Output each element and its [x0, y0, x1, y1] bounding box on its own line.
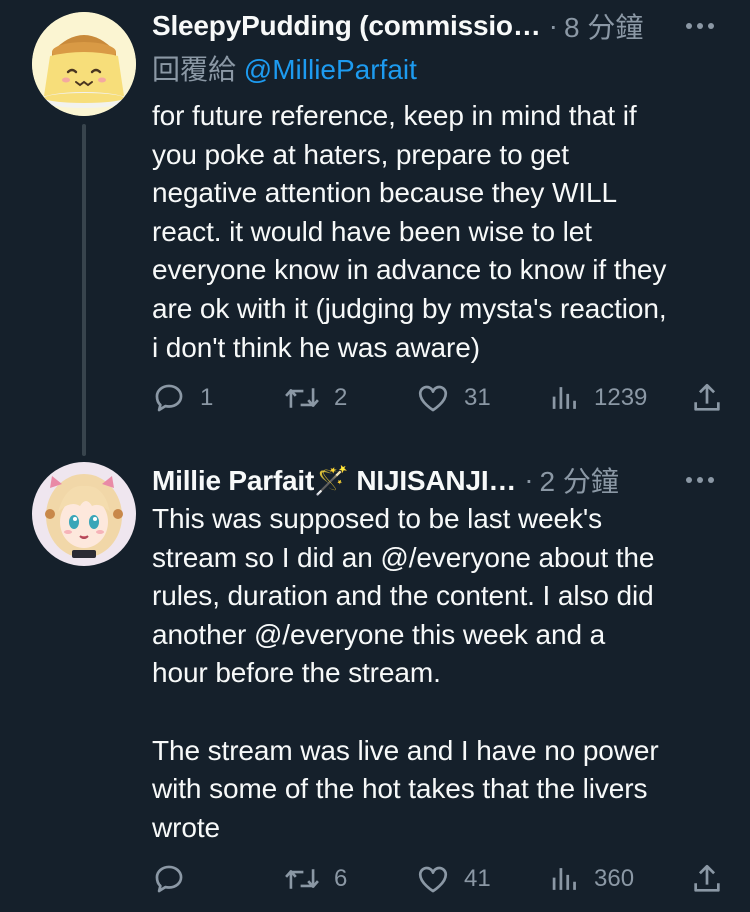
share-upload-icon: [694, 864, 720, 892]
bar-chart-icon: [552, 387, 576, 409]
pudding-avatar-image: [32, 12, 136, 116]
timestamp[interactable]: 8 分鐘: [564, 6, 643, 46]
tweet-text: for future reference, keep in mind that …: [152, 100, 667, 363]
tweet-actions: 6 41 360: [152, 859, 732, 899]
separator-dot: ·: [548, 10, 558, 41]
like-button[interactable]: 41: [416, 859, 491, 899]
reply-count: 1: [200, 384, 214, 411]
tweet-header: Millie Parfait🪄 NIJISANJI… · 2 分鐘: [152, 460, 732, 500]
reply-handle-link[interactable]: @MillieParfait: [244, 54, 417, 85]
like-button[interactable]: 31: [416, 378, 491, 418]
share-button[interactable]: [690, 859, 724, 899]
author-name[interactable]: Millie Parfait🪄 NIJISANJI…: [152, 464, 516, 497]
reply-context: 回覆給 @MillieParfait: [152, 48, 417, 88]
anime-girl-avatar-image: [32, 462, 136, 566]
retweet-arrows-icon: [285, 869, 319, 889]
more-dots-icon[interactable]: [686, 477, 732, 483]
speech-bubble-icon: [155, 384, 183, 412]
retweet-button[interactable]: 6: [284, 859, 347, 899]
views-button[interactable]: 360: [550, 859, 634, 899]
tweet-header: SleepyPudding (commissio… · 8 分鐘: [152, 6, 732, 46]
thread-connector-line: [82, 124, 86, 456]
retweet-count: 6: [334, 865, 348, 892]
retweet-button[interactable]: 2: [284, 378, 347, 418]
separator-dot: ·: [524, 464, 534, 495]
retweet-arrows-icon: [285, 388, 319, 408]
tweet-millieparfait[interactable]: Millie Parfait🪄 NIJISANJI… · 2 分鐘 This w…: [0, 450, 750, 912]
speech-bubble-icon: [155, 865, 183, 893]
views-button[interactable]: 1239: [550, 378, 647, 418]
like-count: 31: [464, 384, 491, 411]
heart-icon: [418, 866, 448, 893]
avatar-millieparfait[interactable]: [32, 462, 136, 566]
avatar-sleepypudding[interactable]: [32, 12, 136, 116]
views-count: 1239: [594, 384, 648, 411]
retweet-count: 2: [334, 384, 348, 411]
timestamp[interactable]: 2 分鐘: [540, 460, 619, 500]
share-upload-icon: [694, 383, 720, 411]
tweet-text: This was supposed to be last week's stre…: [152, 503, 659, 843]
author-name[interactable]: SleepyPudding (commissio…: [152, 10, 541, 42]
tweet-actions: 1 2 31 1239: [152, 378, 732, 418]
more-dots-icon[interactable]: [686, 23, 732, 29]
reply-prefix: 回覆給: [152, 54, 244, 85]
reply-button[interactable]: 1: [152, 378, 213, 418]
views-count: 360: [594, 865, 635, 892]
heart-icon: [418, 385, 448, 412]
bar-chart-icon: [552, 868, 576, 890]
tweet-sleepypudding[interactable]: SleepyPudding (commissio… · 8 分鐘 回覆給 @Mi…: [0, 0, 750, 456]
share-button[interactable]: [690, 378, 724, 418]
like-count: 41: [464, 865, 491, 892]
reply-button[interactable]: [152, 859, 200, 899]
